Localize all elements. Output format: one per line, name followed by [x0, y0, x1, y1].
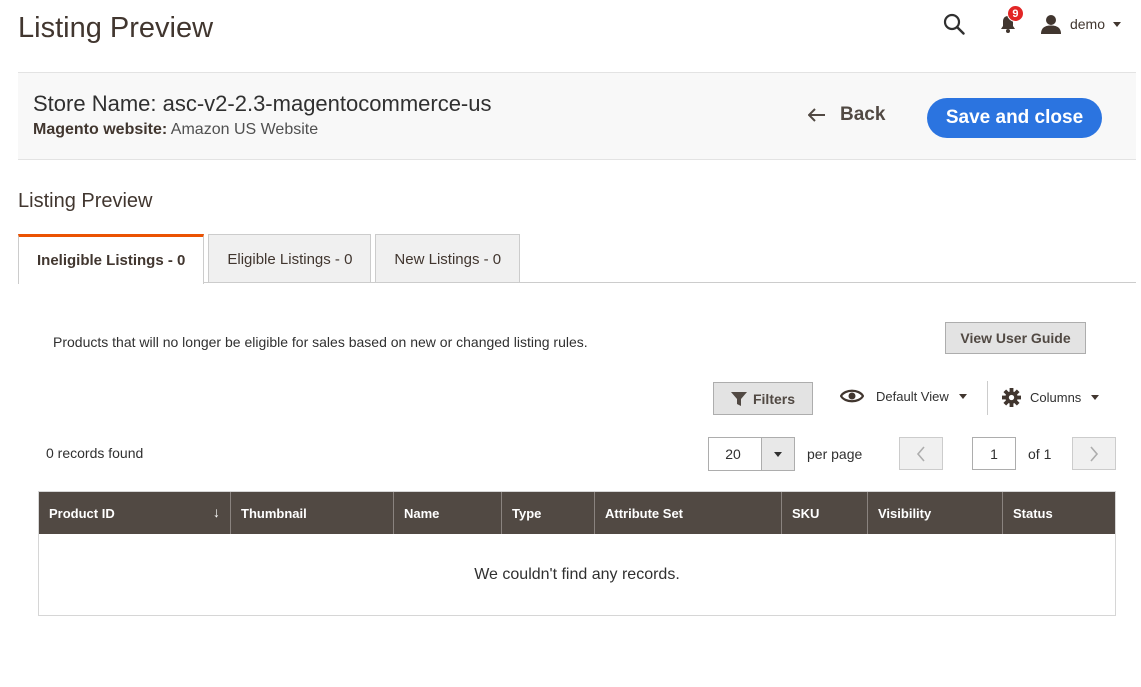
column-header-thumbnail[interactable]: Thumbnail — [231, 492, 394, 534]
next-page-button[interactable] — [1072, 437, 1116, 470]
tab-new-listings[interactable]: New Listings - 0 — [375, 234, 521, 283]
column-header-status[interactable]: Status — [1003, 492, 1115, 534]
chevron-down-icon — [1091, 395, 1100, 400]
previous-page-button[interactable] — [899, 437, 943, 470]
search-icon[interactable] — [942, 12, 966, 36]
columns-dropdown[interactable]: Columns — [1002, 388, 1100, 407]
gear-icon — [1002, 388, 1021, 407]
arrow-left-icon — [808, 108, 826, 122]
records-found: 0 records found — [46, 445, 144, 461]
empty-grid-message: We couldn't find any records. — [474, 566, 680, 583]
store-info-bar: Store Name: asc-v2-2.3-magentocommerce-u… — [18, 72, 1136, 160]
sort-down-icon: ↓ — [213, 504, 220, 520]
column-header-attribute-set[interactable]: Attribute Set — [595, 492, 782, 534]
chevron-down-icon — [1113, 21, 1121, 27]
view-user-guide-button[interactable]: View User Guide — [945, 322, 1086, 354]
eye-icon — [840, 388, 864, 404]
column-header-type[interactable]: Type — [502, 492, 595, 534]
back-label: Back — [840, 104, 886, 125]
store-name: Store Name: asc-v2-2.3-magentocommerce-u… — [33, 91, 492, 116]
default-view-dropdown[interactable]: Default View — [840, 388, 967, 404]
grid-header-row: Product ID ↓ Thumbnail Name Type Attribu… — [39, 492, 1115, 534]
per-page-toggle[interactable] — [761, 438, 794, 470]
tab-ineligible-listings[interactable]: Ineligible Listings - 0 — [18, 234, 205, 284]
per-page-select[interactable]: 20 — [708, 437, 795, 471]
user-name: demo — [1069, 16, 1105, 32]
columns-label: Columns — [1030, 390, 1082, 405]
store-website: Magento website: Amazon US Website — [33, 121, 318, 139]
page-title: Listing Preview — [18, 12, 214, 44]
save-and-close-button[interactable]: Save and close — [927, 98, 1102, 138]
chevron-left-icon — [916, 445, 925, 462]
page-total: of 1 — [1028, 446, 1052, 462]
filters-button[interactable]: Filters — [713, 382, 813, 415]
column-header-product-id[interactable]: Product ID ↓ — [39, 492, 231, 534]
listings-grid: Product ID ↓ Thumbnail Name Type Attribu… — [38, 491, 1116, 616]
chevron-down-icon — [958, 393, 967, 399]
back-button[interactable]: Back — [808, 104, 885, 126]
listing-tabs: Ineligible Listings - 0 Eligible Listing… — [18, 234, 524, 284]
filters-label: Filters — [752, 390, 795, 407]
toolbar-divider — [987, 381, 988, 415]
tab-eligible-listings[interactable]: Eligible Listings - 0 — [208, 234, 372, 283]
section-title: Listing Preview — [18, 190, 153, 212]
notifications-bell[interactable]: 9 — [996, 5, 1024, 36]
filter-icon — [730, 391, 747, 407]
per-page-value: 20 — [725, 446, 741, 462]
user-icon — [1040, 13, 1062, 35]
chevron-down-icon — [774, 451, 782, 457]
column-header-visibility[interactable]: Visibility — [868, 492, 1003, 534]
per-page-label: per page — [807, 446, 863, 462]
store-website-value: Amazon US Website — [170, 121, 319, 138]
column-header-label: Product ID — [49, 505, 115, 521]
tab-description: Products that will no longer be eligible… — [53, 334, 588, 350]
view-label: Default View — [876, 388, 949, 404]
user-menu[interactable]: demo — [1040, 13, 1121, 35]
column-header-name[interactable]: Name — [394, 492, 502, 534]
header-actions: 9 demo — [942, 5, 1121, 40]
chevron-right-icon — [1090, 445, 1099, 462]
notification-count-badge: 9 — [1006, 5, 1024, 22]
store-website-label: Magento website: — [33, 121, 168, 138]
page-number-input[interactable]: 1 — [972, 437, 1016, 470]
column-header-sku[interactable]: SKU — [782, 492, 868, 534]
